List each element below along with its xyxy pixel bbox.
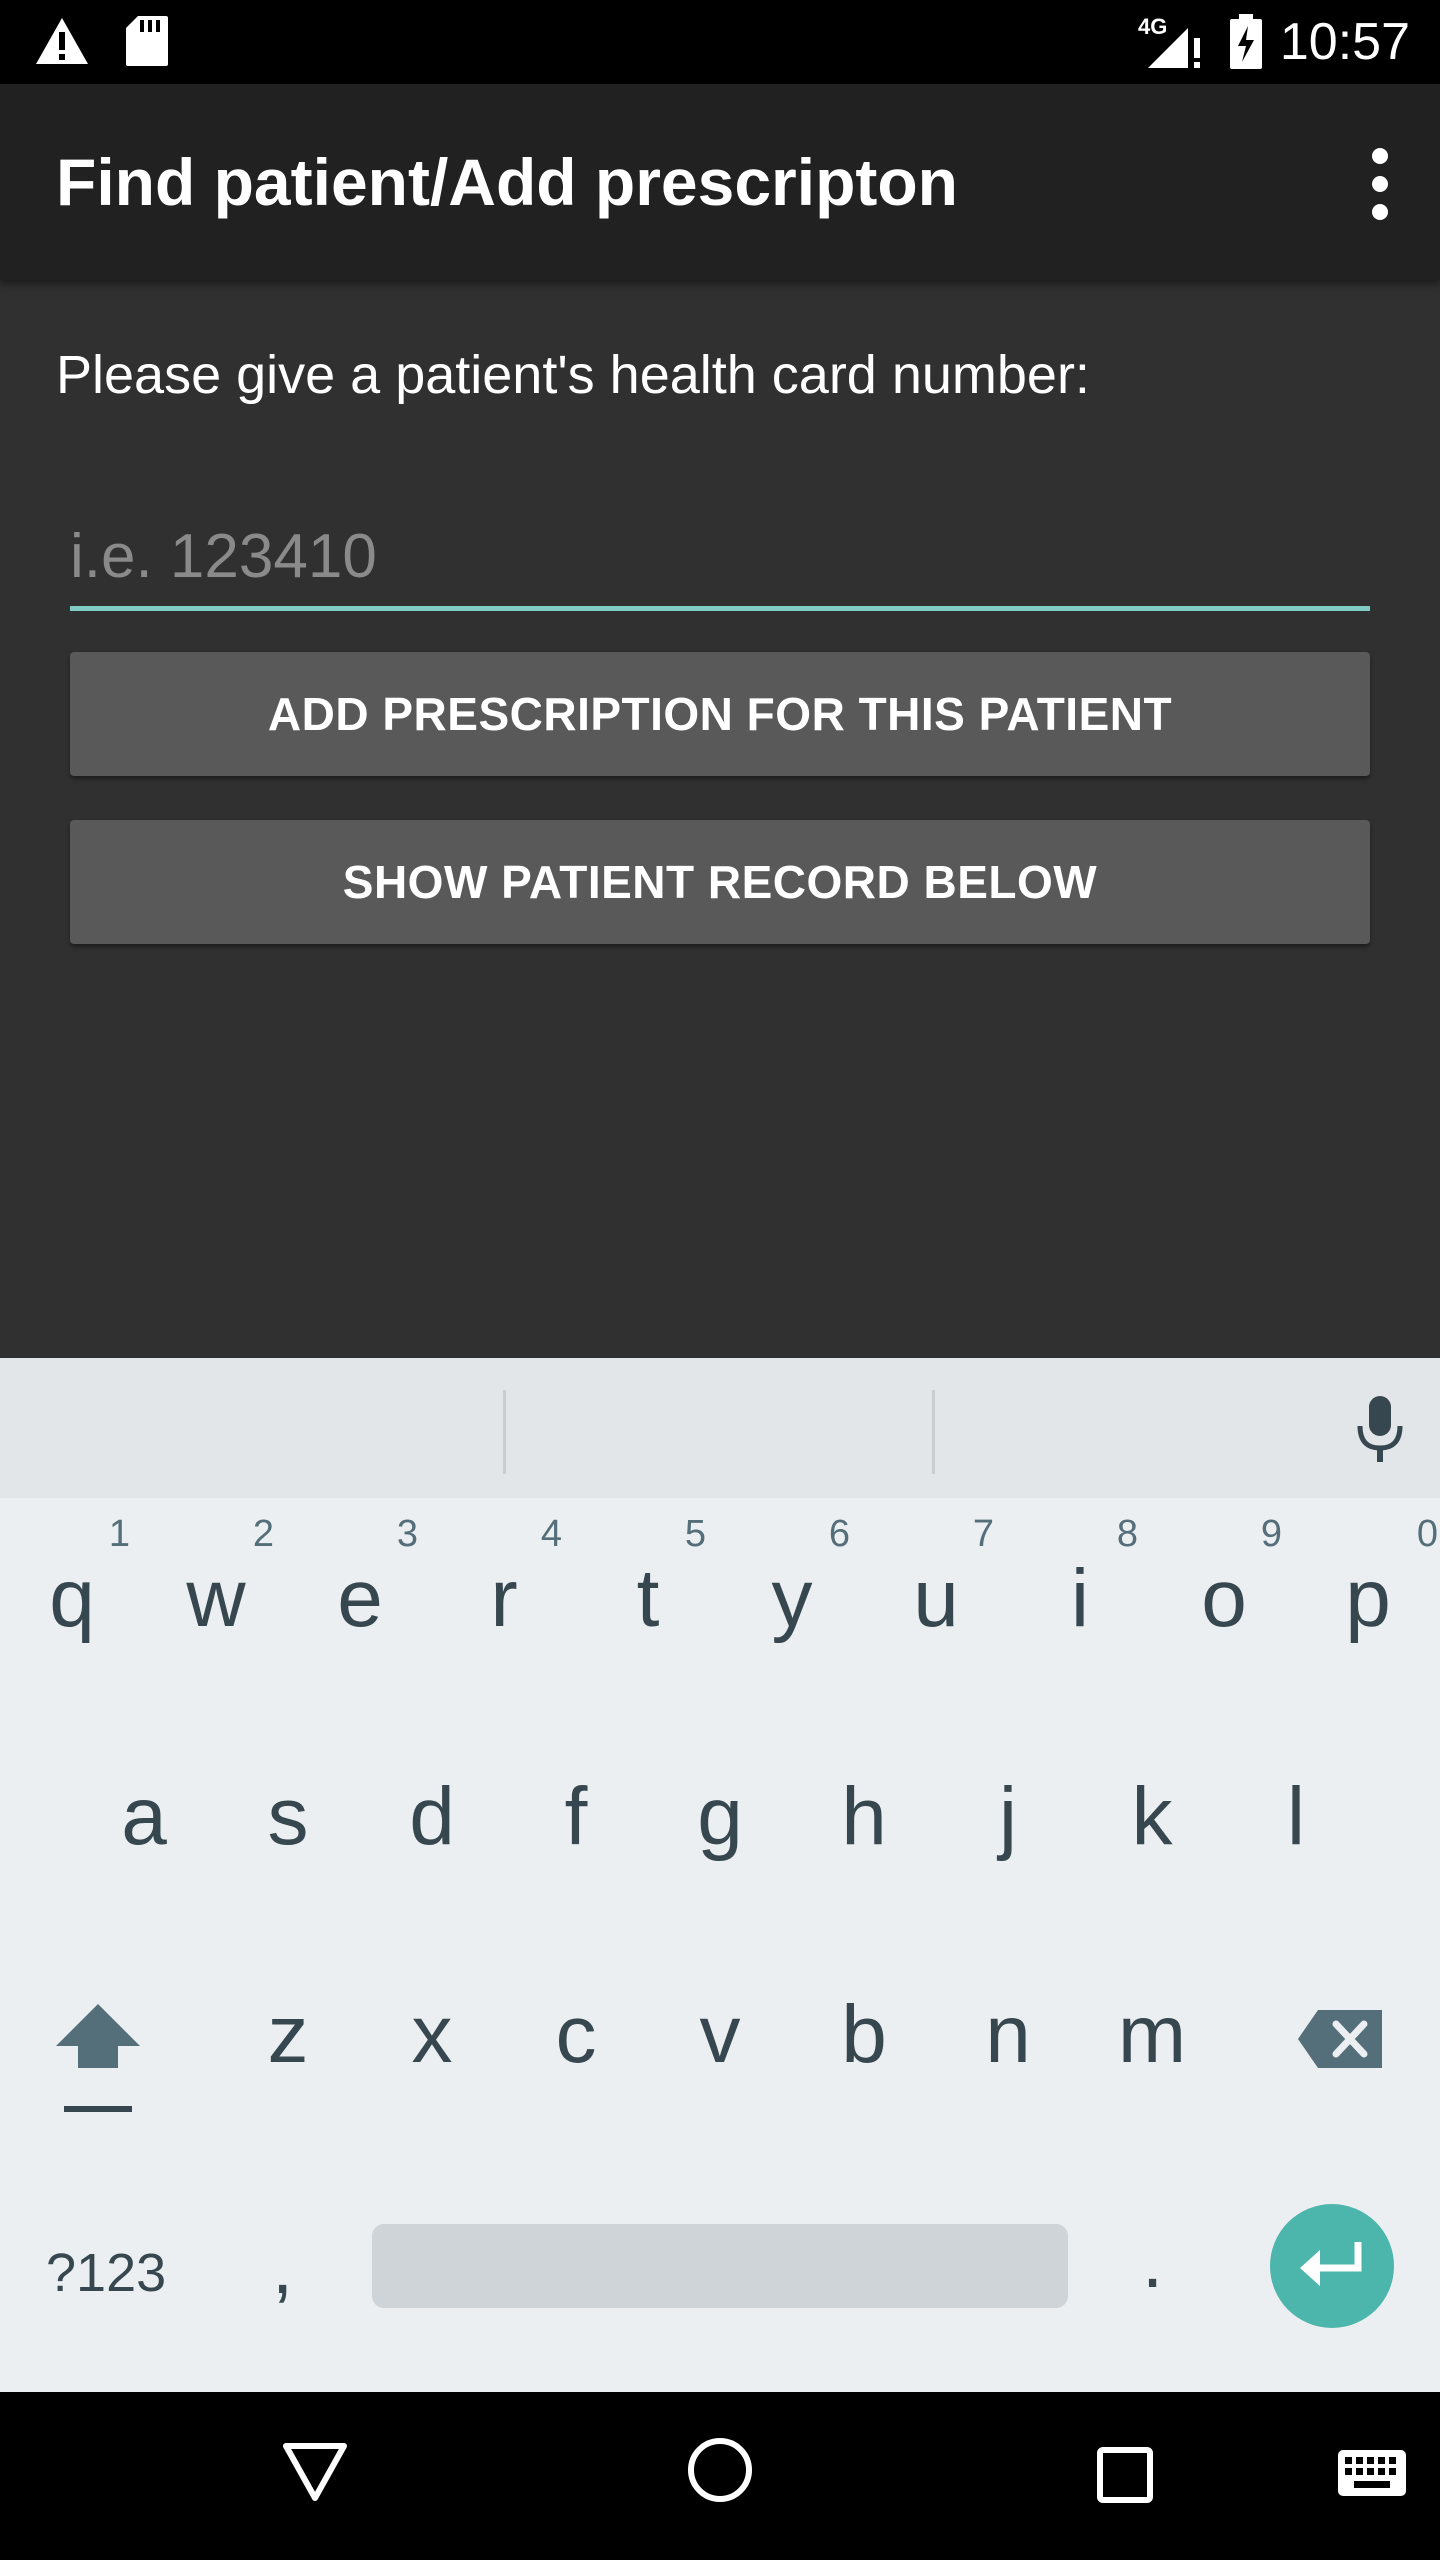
key-d[interactable]: d xyxy=(360,1714,504,1930)
health-card-prompt: Please give a patient's health card numb… xyxy=(56,345,1090,405)
key-k[interactable]: k xyxy=(1080,1714,1224,1930)
key-w[interactable]: 2w xyxy=(144,1498,288,1714)
cell-signal-icon xyxy=(1148,28,1200,68)
soft-keyboard: 1q 2w 3e 4r 5t 6y 7u 8i 9o 0p a s d f g … xyxy=(0,1358,1440,2392)
key-i[interactable]: 8i xyxy=(1008,1498,1152,1714)
space-bar[interactable] xyxy=(372,2224,1068,2308)
key-e[interactable]: 3e xyxy=(288,1498,432,1714)
home-icon[interactable] xyxy=(686,2436,754,2504)
backspace-icon[interactable] xyxy=(1296,2008,1384,2070)
suggestion-strip xyxy=(0,1358,1440,1498)
key-x[interactable]: x xyxy=(360,1932,504,2148)
key-v[interactable]: v xyxy=(648,1932,792,2148)
microphone-icon[interactable] xyxy=(1354,1394,1406,1466)
suggestion-divider xyxy=(932,1390,935,1474)
key-h[interactable]: h xyxy=(792,1714,936,1930)
key-l[interactable]: l xyxy=(1224,1714,1368,1930)
back-icon[interactable] xyxy=(282,2442,348,2502)
key-g[interactable]: g xyxy=(648,1714,792,1930)
key-j[interactable]: j xyxy=(936,1714,1080,1930)
key-period[interactable]: . xyxy=(1142,2218,1163,2305)
add-prescription-button[interactable]: ADD PRESCRIPTION FOR THIS PATIENT xyxy=(70,652,1370,776)
enter-icon xyxy=(1300,2242,1362,2286)
symbols-key[interactable]: ?123 xyxy=(46,2238,166,2308)
keyboard-switch-icon[interactable] xyxy=(1336,2448,1408,2498)
key-a[interactable]: a xyxy=(72,1714,216,1930)
navigation-bar xyxy=(0,2392,1440,2560)
enter-button[interactable] xyxy=(1270,2204,1394,2328)
key-z[interactable]: z xyxy=(216,1932,360,2148)
key-n[interactable]: n xyxy=(936,1932,1080,2148)
show-patient-record-button[interactable]: SHOW PATIENT RECORD BELOW xyxy=(70,820,1370,944)
key-s[interactable]: s xyxy=(216,1714,360,1930)
suggestion-divider xyxy=(503,1390,506,1474)
key-o[interactable]: 9o xyxy=(1152,1498,1296,1714)
key-u[interactable]: 7u xyxy=(864,1498,1008,1714)
status-bar: 4G 10:57 xyxy=(0,0,1440,84)
key-c[interactable]: c xyxy=(504,1932,648,2148)
key-b[interactable]: b xyxy=(792,1932,936,2148)
key-y[interactable]: 6y xyxy=(720,1498,864,1714)
overflow-menu-icon[interactable] xyxy=(1350,144,1410,224)
app-bar: Find patient/Add prescripton xyxy=(0,84,1440,280)
key-r[interactable]: 4r xyxy=(432,1498,576,1714)
warning-icon xyxy=(36,18,88,64)
key-f[interactable]: f xyxy=(504,1714,648,1930)
recents-icon[interactable] xyxy=(1096,2446,1154,2504)
battery-charging-icon xyxy=(1230,14,1262,69)
health-card-number-input[interactable] xyxy=(70,506,1370,611)
sd-card-icon xyxy=(126,16,168,66)
shift-icon[interactable] xyxy=(52,1998,144,2118)
key-t[interactable]: 5t xyxy=(576,1498,720,1714)
key-q[interactable]: 1q xyxy=(0,1498,144,1714)
key-comma[interactable]: , xyxy=(272,2224,293,2311)
key-p[interactable]: 0p xyxy=(1296,1498,1440,1714)
clock: 10:57 xyxy=(1279,13,1410,71)
key-m[interactable]: m xyxy=(1080,1932,1224,2148)
page-title: Find patient/Add prescripton xyxy=(56,145,958,219)
